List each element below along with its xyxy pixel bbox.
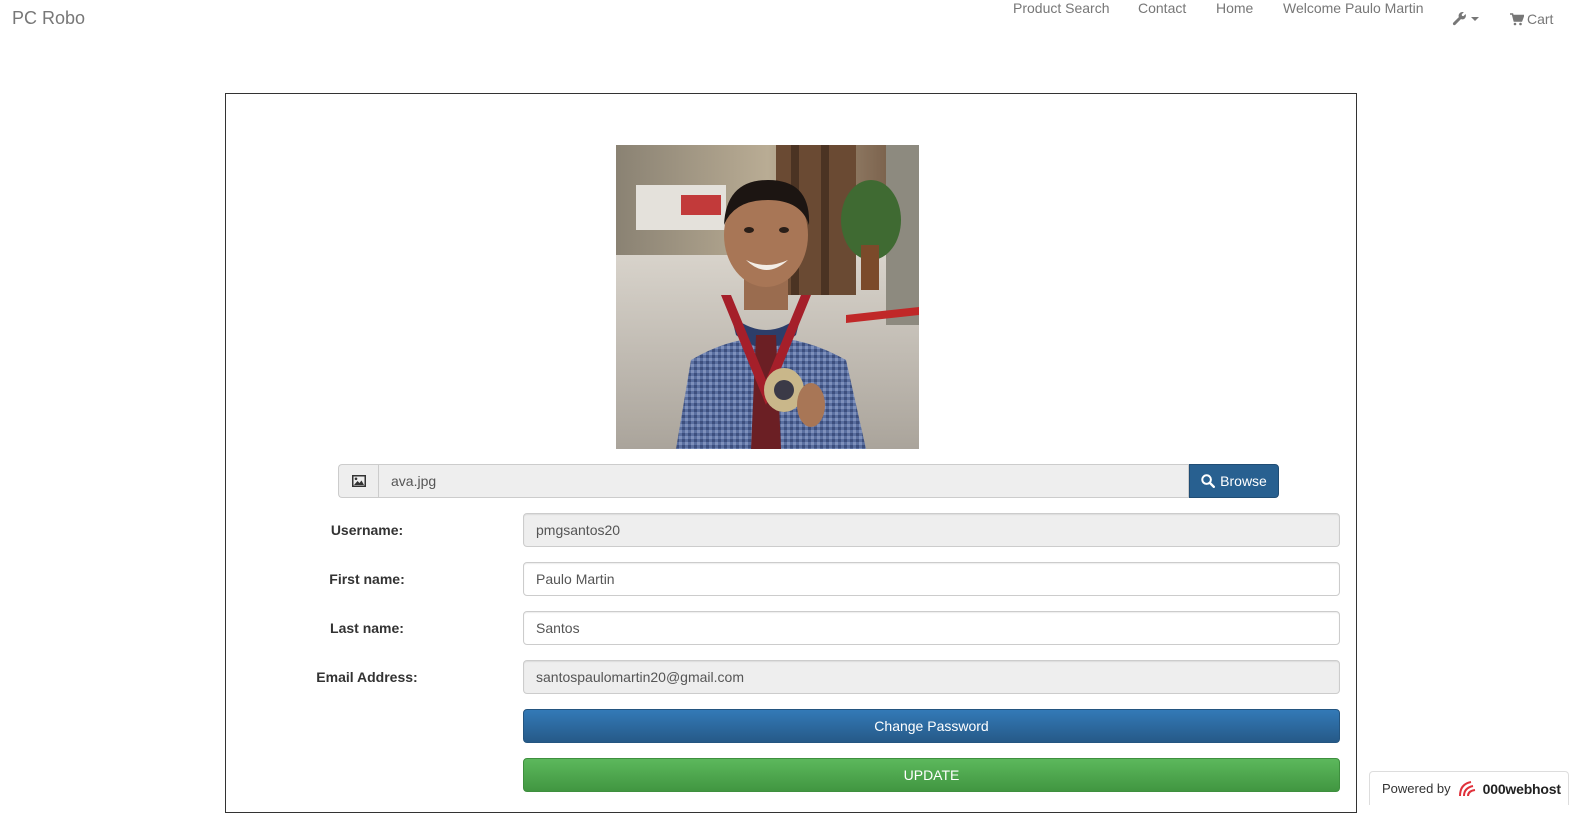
email-field[interactable] <box>523 660 1340 694</box>
chevron-down-icon <box>1471 16 1479 22</box>
nav-product-search[interactable]: Product Search <box>1013 0 1110 16</box>
profile-avatar <box>616 145 919 449</box>
last-name-field[interactable] <box>523 611 1340 645</box>
wrench-icon <box>1452 11 1467 26</box>
browse-button[interactable]: Browse <box>1189 464 1279 498</box>
file-name-display[interactable]: ava.jpg <box>378 464 1189 498</box>
powered-by-label: Powered by <box>1382 781 1451 796</box>
nav-cart[interactable]: Cart <box>1510 11 1553 27</box>
nav-contact[interactable]: Contact <box>1138 0 1186 16</box>
brand-link[interactable]: PC Robo <box>12 8 85 29</box>
avatar-file-group: ava.jpg Browse <box>338 464 1279 498</box>
000webhost-logo-icon <box>1457 780 1479 798</box>
shopping-cart-icon <box>1510 12 1524 26</box>
powered-by-badge[interactable]: Powered by 000webhost <box>1369 771 1569 805</box>
nav-home[interactable]: Home <box>1216 0 1253 16</box>
change-password-button[interactable]: Change Password <box>523 709 1340 743</box>
first-name-field[interactable] <box>523 562 1340 596</box>
cart-label: Cart <box>1527 11 1554 27</box>
browse-label: Browse <box>1220 473 1267 489</box>
avatar-photo <box>616 145 919 449</box>
last-name-label: Last name: <box>330 620 404 636</box>
tools-dropdown[interactable] <box>1452 11 1479 26</box>
username-label: Username: <box>330 522 404 538</box>
picture-icon <box>351 475 366 487</box>
top-navbar: PC Robo Product Search Contact Home Welc… <box>0 0 1587 38</box>
nav-welcome-user[interactable]: Welcome Paulo Martin <box>1283 0 1424 16</box>
email-label: Email Address: <box>316 669 418 685</box>
host-name: 000webhost <box>1482 780 1561 797</box>
update-button[interactable]: UPDATE <box>523 758 1340 792</box>
file-addon <box>338 464 378 498</box>
first-name-label: First name: <box>329 571 405 587</box>
username-field[interactable] <box>523 513 1340 547</box>
search-icon <box>1201 474 1216 488</box>
